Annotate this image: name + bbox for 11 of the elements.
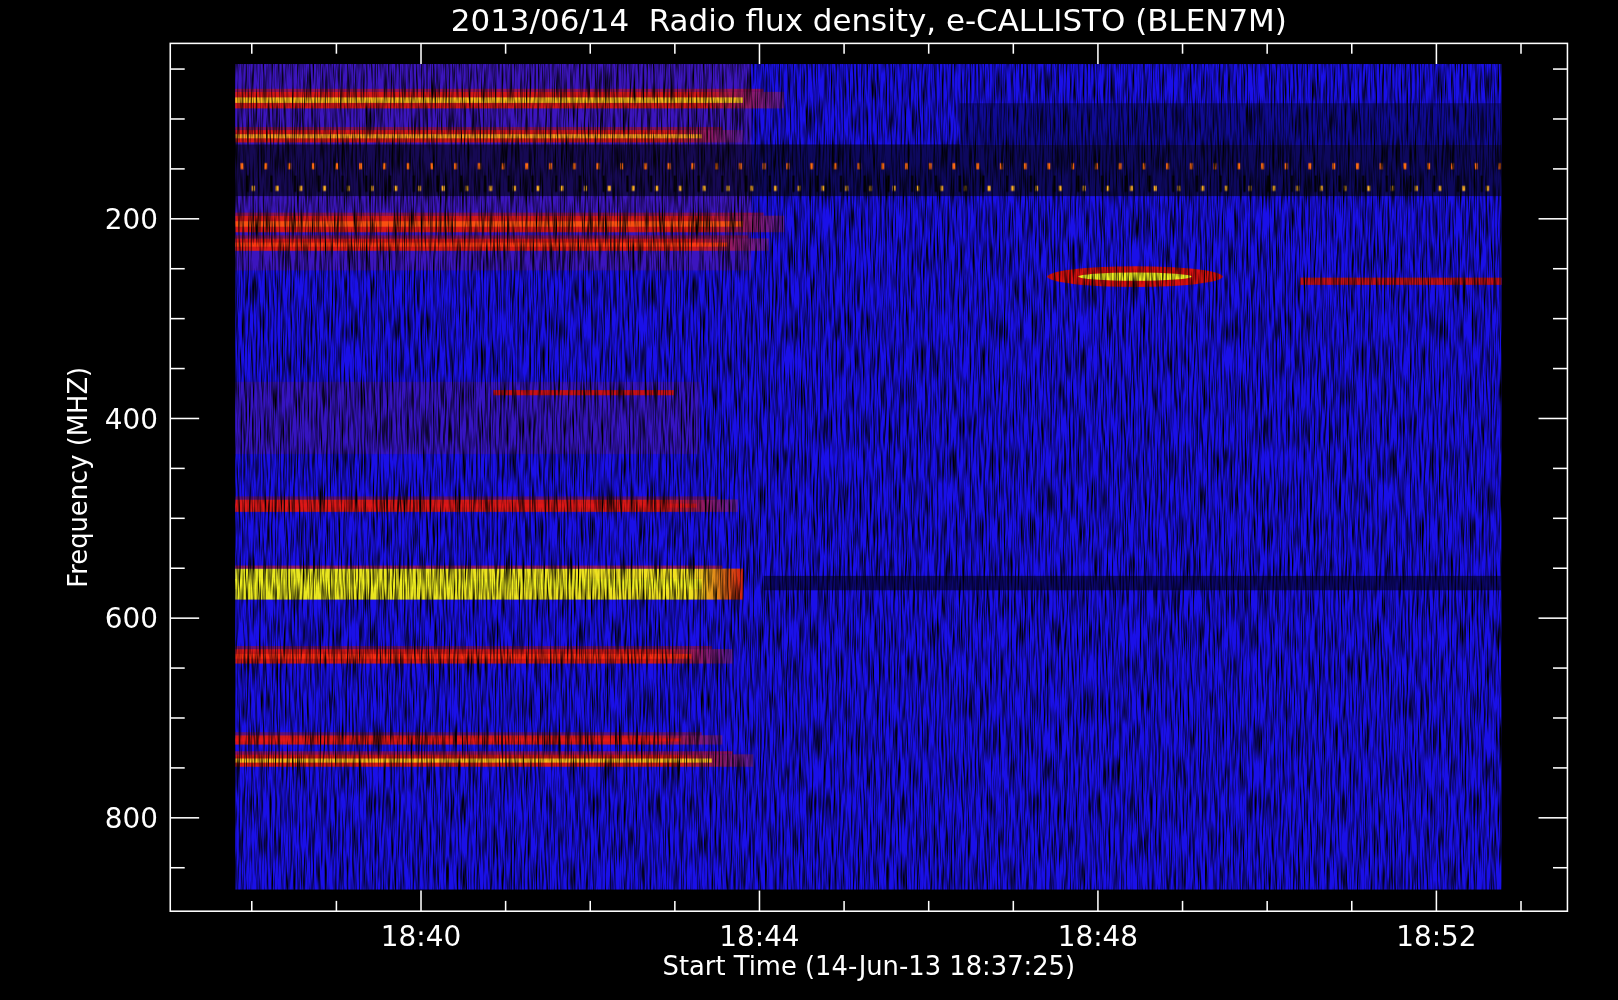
axis-tick-label: 18:40 xyxy=(380,920,462,954)
axis-label: Frequency (MHZ) xyxy=(62,366,93,588)
axis-tick-label: 600 xyxy=(104,602,158,636)
axis-tick-label: 800 xyxy=(104,802,158,836)
axis-tick-label: 200 xyxy=(104,203,158,237)
axis-tick-label: 18:48 xyxy=(1057,920,1139,954)
chart-title: 2013/06/14 Radio flux density, e-CALLISTO (BLEN7M) xyxy=(450,2,1287,38)
axis-tick-label: 18:44 xyxy=(719,920,800,954)
axis-label: Start Time (14-Jun-13 18:37:25) xyxy=(662,951,1076,982)
axis-tick-label: 400 xyxy=(104,402,158,436)
axis-tick-label: 18:52 xyxy=(1396,920,1477,954)
